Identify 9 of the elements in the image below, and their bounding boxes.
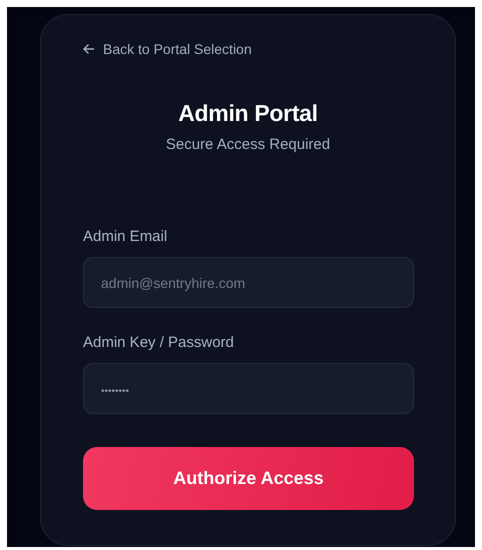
arrow-left-icon — [83, 43, 95, 55]
portal-subtitle: Secure Access Required — [166, 135, 330, 155]
password-field[interactable]: •••••••• — [83, 363, 414, 414]
field-label: Admin Key / Password — [83, 333, 234, 353]
portal-title: Admin Portal — [178, 99, 318, 127]
email-field[interactable]: admin@sentryhire.com — [83, 257, 414, 308]
back-link[interactable]: Back to Portal Selection — [83, 39, 252, 59]
authorize-button[interactable]: Authorize Access — [83, 447, 414, 510]
field-label: Admin Email — [83, 227, 168, 247]
